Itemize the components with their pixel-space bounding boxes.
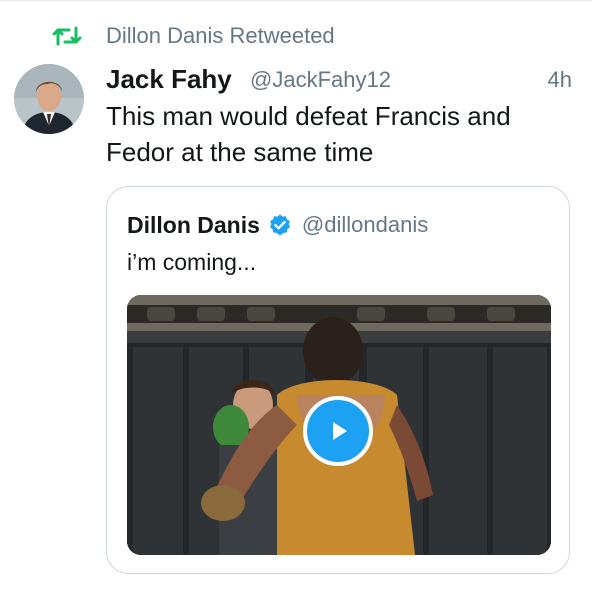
author-name[interactable]: Jack Fahy	[106, 64, 232, 95]
tweet-timestamp[interactable]: 4h	[548, 67, 572, 93]
quoted-tweet-text: i’m coming...	[127, 249, 257, 275]
quoted-tweet-card[interactable]: Dillon Danis @dillondanis i’m coming...	[106, 186, 570, 574]
quoted-tweet-header: Dillon Danis @dillondanis	[127, 209, 428, 241]
author-handle[interactable]: @JackFahy12	[250, 67, 391, 93]
video-thumbnail[interactable]	[127, 295, 551, 555]
quoted-author-handle[interactable]: @dillondanis	[302, 212, 428, 238]
retweet-context[interactable]: Dillon Danis Retweeted	[52, 20, 335, 52]
retweet-icon	[52, 21, 82, 51]
play-icon	[333, 422, 347, 440]
tweet-text: This man would defeat Francis and Fedor …	[106, 101, 511, 167]
retweet-label[interactable]: Dillon Danis Retweeted	[106, 23, 335, 49]
verified-badge-icon	[268, 213, 292, 237]
top-divider	[0, 0, 592, 1]
avatar[interactable]	[14, 64, 84, 134]
tweet-header: Jack Fahy @JackFahy12 4h	[106, 62, 576, 98]
play-button[interactable]	[303, 396, 373, 466]
quoted-author-name[interactable]: Dillon Danis	[127, 212, 260, 239]
